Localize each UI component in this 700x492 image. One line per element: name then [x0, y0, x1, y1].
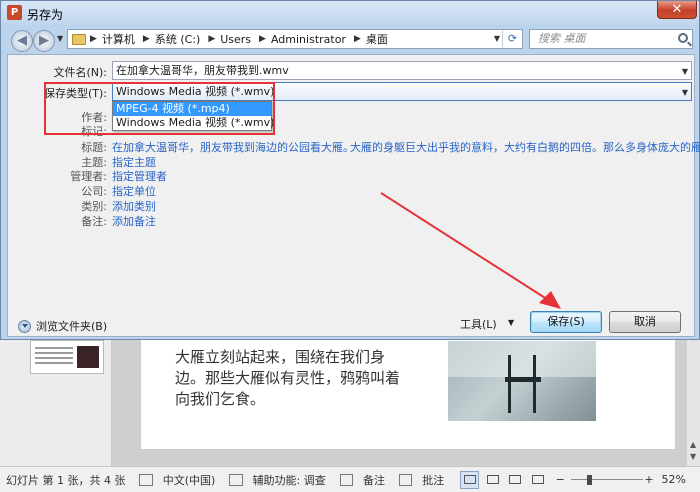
slide-thumbnail-1[interactable] [30, 340, 104, 374]
arrow-left-icon: ◀ [17, 33, 27, 48]
photo-chair [505, 355, 541, 413]
breadcrumb-computer[interactable]: ▶ 计算机 [90, 31, 135, 47]
cancel-button[interactable]: 取消 [609, 311, 681, 333]
breadcrumb-users[interactable]: ▶ Users [208, 33, 251, 46]
breadcrumb-administrator[interactable]: ▶ Administrator [259, 33, 346, 46]
tools-dropdown-icon[interactable]: ▼ [508, 318, 514, 327]
category-label: 类别: [81, 200, 107, 213]
chevron-right-icon[interactable]: ▶ [208, 34, 215, 44]
reading-view-icon [509, 475, 522, 484]
filename-dropdown-icon[interactable]: ▼ [682, 63, 688, 80]
tools-menu[interactable]: 工具(L) [460, 316, 497, 332]
manager-label: 管理者: [70, 170, 107, 183]
browse-folders-label: 浏览文件夹(B) [36, 320, 108, 333]
title-value[interactable]: 在加拿大温哥华，朋友带我到海边的公园看大雁。 [112, 139, 354, 155]
search-placeholder: 搜索 桌面 [538, 32, 586, 45]
vertical-scrollbar[interactable]: ▲ ▲ ▼ [686, 330, 700, 466]
slideshow-button[interactable] [529, 471, 548, 489]
notes-button[interactable]: 备注 [363, 472, 385, 488]
chevron-right-icon[interactable]: ▶ [259, 34, 266, 44]
address-bar[interactable]: ▶ 计算机 ▶ 系统 (C:) ▶ Users ▶ Administrator ▶ 桌面 … [67, 29, 523, 49]
thumbnail-text-lines [35, 347, 73, 349]
zoom-in-button[interactable]: + [644, 473, 653, 486]
search-input[interactable]: 搜索 桌面 [529, 29, 693, 49]
comments-icon[interactable] [398, 473, 413, 486]
slide-sorter-button[interactable] [483, 471, 502, 489]
highlight-box [44, 82, 275, 135]
breadcrumb-desktop[interactable]: ▶ 桌面 [354, 31, 388, 47]
powerpoint-icon: P [7, 5, 22, 20]
chevron-right-icon[interactable]: ▶ [143, 34, 150, 44]
normal-view-button[interactable] [460, 470, 480, 489]
accessibility-status[interactable]: 辅助功能: 调查 [253, 472, 326, 488]
zoom-level[interactable]: 52% [662, 473, 686, 486]
thumbnail-picture [77, 346, 99, 368]
slide-info: 幻灯片 第 1 张，共 4 张 [6, 473, 126, 487]
recent-locations-dropdown[interactable]: ▼ [57, 34, 63, 43]
save-button[interactable]: 保存(S) [530, 311, 602, 333]
spellcheck-icon[interactable] [139, 473, 153, 486]
accessibility-icon[interactable] [229, 473, 243, 486]
search-icon[interactable] [678, 33, 688, 43]
company-value[interactable]: 指定单位 [112, 183, 156, 199]
arrow-right-icon: ▶ [39, 33, 49, 48]
manager-value[interactable]: 指定管理者 [112, 168, 167, 184]
category-value[interactable]: 添加类别 [112, 198, 156, 214]
slide-canvas[interactable]: 大雁立刻站起来，围绕在我们身边。那些大雁似有灵性，鸦鸦叫着向我们乞食。 [140, 330, 676, 450]
notes-icon[interactable] [339, 473, 353, 486]
language-indicator[interactable]: 中文(中国) [163, 472, 216, 488]
slide-text[interactable]: 大雁立刻站起来，围绕在我们身边。那些大雁似有灵性，鸦鸦叫着向我们乞食。 [175, 347, 405, 410]
title-label: 标题: [81, 141, 107, 154]
browse-folders-toggle[interactable]: 浏览文件夹(B) [18, 318, 107, 334]
description-value[interactable]: 大雁的身躯巨大出乎我的意料，大约有白鹅的四倍。那么多身体庞大的雁聚... [350, 139, 700, 155]
comments-button[interactable]: 批注 [422, 472, 444, 488]
zoom-thumb[interactable] [586, 474, 592, 485]
folder-icon [72, 33, 86, 45]
slide-photo[interactable] [448, 341, 596, 421]
zoom-slider[interactable] [570, 474, 643, 485]
back-button[interactable]: ◀ [11, 30, 33, 52]
dialog-title: 另存为 [27, 8, 64, 22]
filename-field[interactable]: 在加拿大温哥华，朋友带我到.wmv ▼ [112, 61, 692, 80]
normal-view-icon [463, 475, 476, 484]
slide-sorter-icon [486, 475, 499, 484]
chevron-right-icon[interactable]: ▶ [90, 34, 97, 44]
zoom-track [570, 478, 643, 480]
refresh-icon[interactable]: ⟳ [502, 30, 522, 48]
filename-value[interactable]: 在加拿大温哥华，朋友带我到.wmv [116, 64, 289, 77]
scroll-page-up-icon[interactable]: ▲ [690, 440, 696, 449]
chevron-right-icon[interactable]: ▶ [354, 34, 361, 44]
close-button[interactable]: ✕ [657, 1, 697, 19]
expand-icon [18, 319, 31, 333]
slideshow-icon [532, 475, 545, 484]
zoom-out-button[interactable]: − [556, 473, 565, 486]
filename-label: 文件名(N): [53, 66, 107, 79]
address-dropdown-icon[interactable]: ▼ [494, 34, 500, 43]
filetype-dropdown-icon[interactable]: ▼ [682, 84, 688, 101]
scroll-page-down-icon[interactable]: ▼ [690, 452, 696, 461]
company-label: 公司: [81, 185, 107, 198]
status-bar: 幻灯片 第 1 张，共 4 张 中文(中国) 辅助功能: 调查 备注 批注 − … [0, 466, 700, 492]
dialog-titlebar [1, 1, 699, 25]
reading-view-button[interactable] [506, 471, 525, 489]
forward-button[interactable]: ▶ [33, 30, 55, 52]
breadcrumb-system-c[interactable]: ▶ 系统 (C:) [143, 31, 200, 47]
comments-label: 备注: [81, 215, 107, 228]
save-as-dialog: P 另存为 ✕ ◀ ▶ ▼ ▶ 计算机 ▶ 系统 (C:) ▶ Users ▶ Admi… [0, 0, 700, 340]
comments-value[interactable]: 添加备注 [112, 213, 156, 229]
